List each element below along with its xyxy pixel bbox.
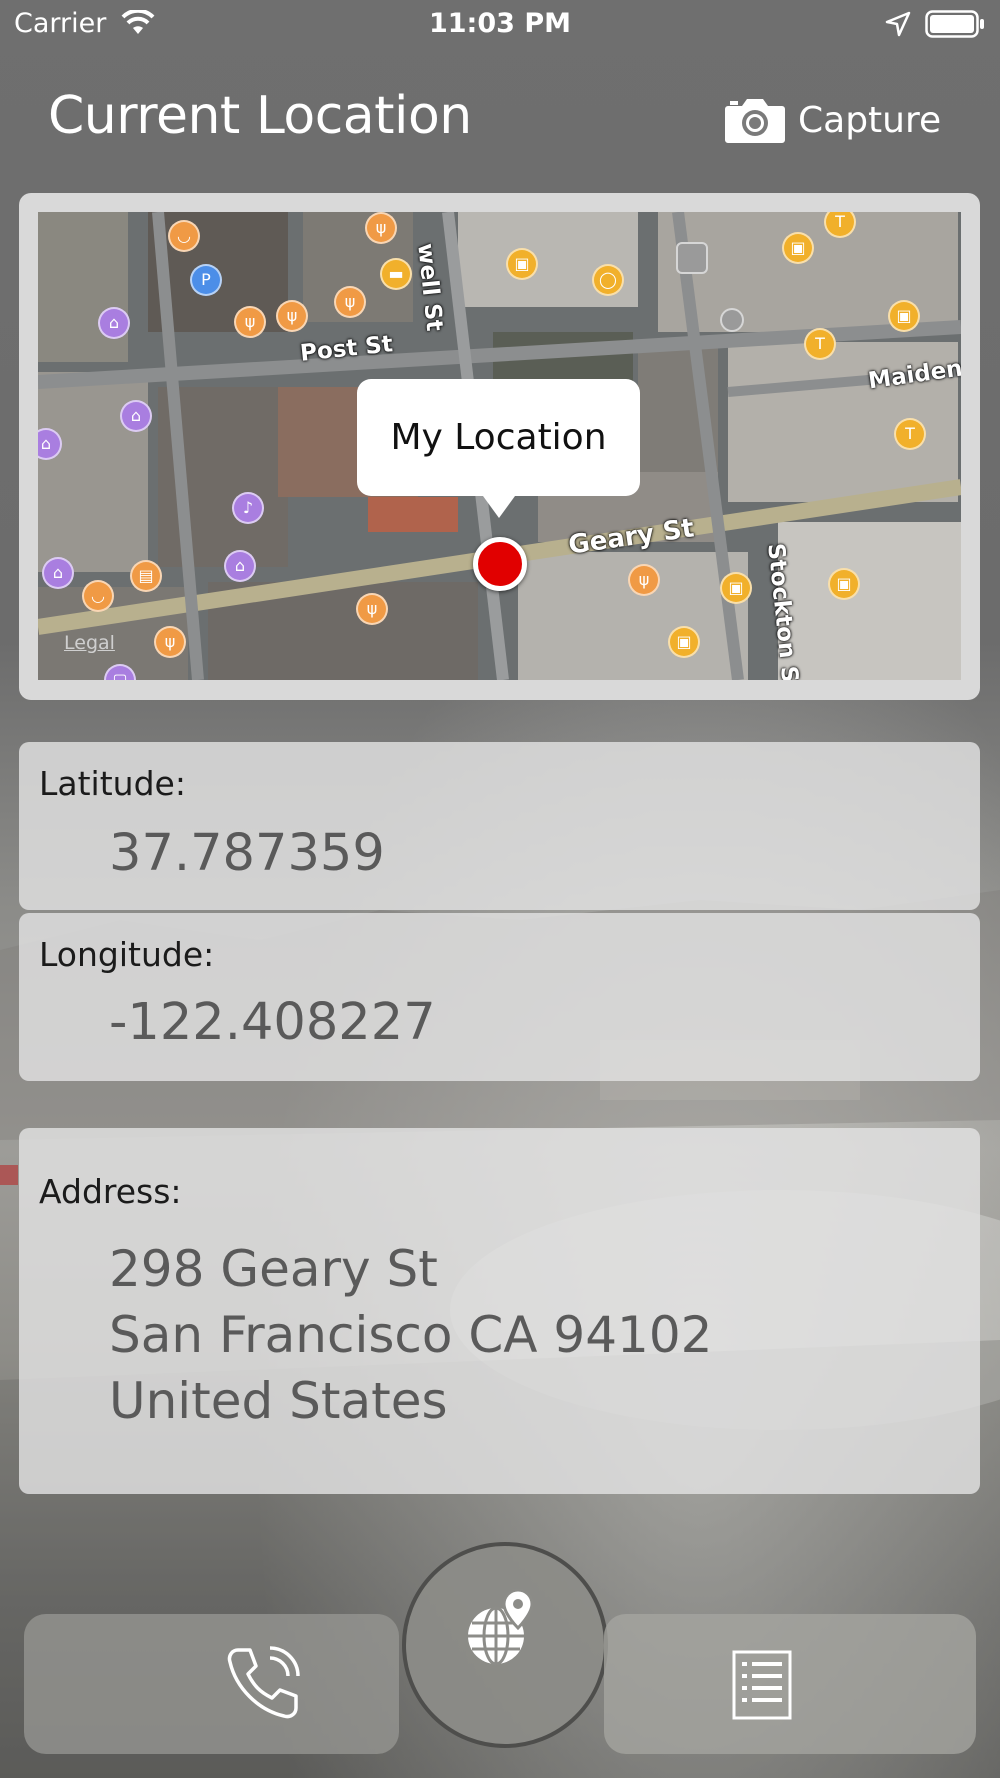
hotel-poi-icon[interactable]: ⌂: [42, 557, 74, 589]
phone-icon: [227, 1646, 300, 1719]
restaurant-poi-icon[interactable]: ψ: [276, 300, 308, 332]
clothing-poi-icon[interactable]: T: [804, 328, 836, 360]
tab-bar: [24, 1542, 976, 1754]
latitude-label: Latitude:: [39, 764, 186, 803]
page-title: Current Location: [48, 86, 472, 146]
latitude-value: 37.787359: [109, 824, 385, 883]
shopping-poi-icon[interactable]: ▣: [668, 626, 700, 658]
music-poi-icon[interactable]: ♪: [232, 492, 264, 524]
longitude-value: -122.408227: [109, 993, 436, 1052]
my-location-callout[interactable]: My Location: [357, 379, 640, 518]
gift-poi-icon[interactable]: ▤: [130, 560, 162, 592]
restaurant-poi-icon[interactable]: ψ: [334, 286, 366, 318]
address-card: Address: 298 Geary St San Francisco CA 9…: [19, 1128, 980, 1494]
address-label: Address:: [39, 1172, 182, 1211]
status-time: 11:03 PM: [428, 8, 571, 39]
bakery-poi-icon[interactable]: ◡: [168, 220, 200, 252]
shopping-poi-icon[interactable]: ▣: [720, 572, 752, 604]
bakery-poi-icon[interactable]: ◡: [82, 580, 114, 612]
capture-button[interactable]: Capture: [724, 94, 941, 146]
longitude-label: Longitude:: [39, 935, 215, 974]
hotel-poi-icon[interactable]: ⌂: [120, 400, 152, 432]
apple-store-poi-icon[interactable]: [676, 242, 708, 274]
legal-link[interactable]: Legal: [64, 632, 115, 654]
point-poi-icon[interactable]: [720, 308, 744, 332]
tab-phone[interactable]: [24, 1614, 399, 1754]
clothing-poi-icon[interactable]: T: [894, 418, 926, 450]
restaurant-poi-icon[interactable]: ψ: [628, 564, 660, 596]
tab-location[interactable]: [402, 1542, 608, 1748]
location-arrow-icon: [885, 11, 911, 37]
address-value: 298 Geary St San Francisco CA 94102 Unit…: [109, 1236, 712, 1434]
jewelry-poi-icon[interactable]: ◯: [592, 264, 624, 296]
list-document-icon: [732, 1650, 792, 1720]
restaurant-poi-icon[interactable]: ψ: [356, 593, 388, 625]
restaurant-poi-icon[interactable]: ψ: [234, 306, 266, 338]
shoe-poi-icon[interactable]: ▬: [380, 258, 412, 290]
shopping-poi-icon[interactable]: ▣: [506, 248, 538, 280]
current-location-pin[interactable]: [473, 537, 527, 591]
shopping-poi-icon[interactable]: ▣: [782, 232, 814, 264]
latitude-card: Latitude: 37.787359: [19, 742, 980, 910]
tab-list[interactable]: [604, 1614, 976, 1754]
map-card: Post St Geary St Stockton St Maiden well…: [19, 193, 980, 700]
address-line-3: United States: [109, 1372, 448, 1430]
restaurant-poi-icon[interactable]: ψ: [154, 626, 186, 658]
address-line-1: 298 Geary St: [109, 1240, 438, 1298]
status-bar: Carrier 11:03 PM: [0, 0, 1000, 50]
shopping-poi-icon[interactable]: ▣: [888, 300, 920, 332]
parking-poi-icon[interactable]: P: [190, 264, 222, 296]
address-line-2: San Francisco CA 94102: [109, 1306, 713, 1364]
shopping-poi-icon[interactable]: ▣: [828, 568, 860, 600]
restaurant-poi-icon[interactable]: ψ: [365, 212, 397, 244]
capture-label: Capture: [798, 99, 942, 141]
callout-label: My Location: [390, 417, 607, 458]
hotel-poi-icon[interactable]: ⌂: [98, 307, 130, 339]
longitude-card: Longitude: -122.408227: [19, 913, 980, 1081]
camera-icon: [725, 99, 785, 143]
hotel-poi-icon[interactable]: ⌂: [224, 550, 256, 582]
map-view[interactable]: Post St Geary St Stockton St Maiden well…: [38, 212, 961, 680]
globe-location-icon: [468, 1588, 534, 1666]
battery-icon: [925, 10, 984, 38]
